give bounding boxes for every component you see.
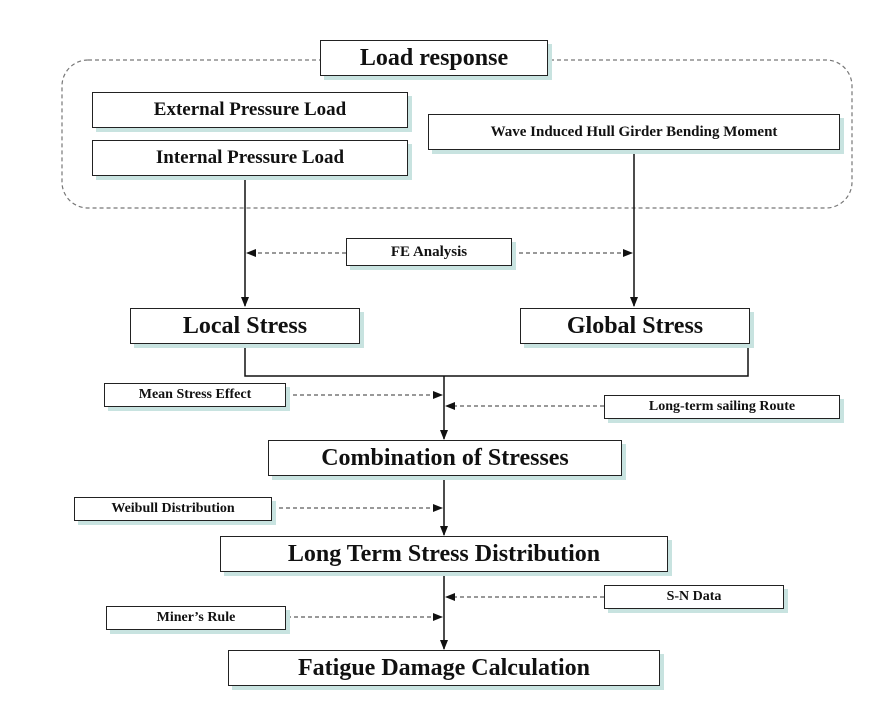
mean-stress-effect-box: Mean Stress Effect xyxy=(104,383,286,407)
wave-bending-moment-box: Wave Induced Hull Girder Bending Moment xyxy=(428,114,840,150)
miners-rule-box: Miner’s Rule xyxy=(106,606,286,630)
long-term-stress-distribution-box: Long Term Stress Distribution xyxy=(220,536,668,572)
long-term-sailing-route-box: Long-term sailing Route xyxy=(604,395,840,419)
sn-data-box: S-N Data xyxy=(604,585,784,609)
global-stress-box: Global Stress xyxy=(520,308,750,344)
external-pressure-load-box: External Pressure Load xyxy=(92,92,408,128)
weibull-distribution-box: Weibull Distribution xyxy=(74,497,272,521)
load-response-title: Load response xyxy=(320,40,548,76)
stress-join-line xyxy=(244,344,749,377)
fe-analysis-box: FE Analysis xyxy=(346,238,512,266)
internal-pressure-load-box: Internal Pressure Load xyxy=(92,140,408,176)
combination-of-stresses-box: Combination of Stresses xyxy=(268,440,622,476)
local-stress-box: Local Stress xyxy=(130,308,360,344)
fatigue-damage-calculation-box: Fatigue Damage Calculation xyxy=(228,650,660,686)
